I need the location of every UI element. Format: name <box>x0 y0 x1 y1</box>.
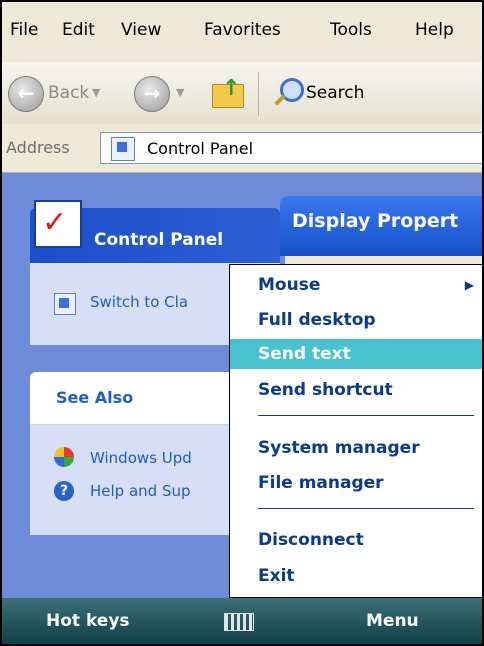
hot-keys-softkey[interactable]: Hot keys <box>46 611 130 631</box>
menu-item-system-manager[interactable]: System manager <box>230 433 484 463</box>
menu-tools[interactable]: Tools <box>330 20 372 40</box>
menu-item-send-text[interactable]: Send text <box>230 339 484 369</box>
menu-item-file-manager[interactable]: File manager <box>230 468 484 498</box>
menu-edit[interactable]: Edit <box>62 20 95 40</box>
softkey-bar: Hot keys Menu <box>0 598 484 646</box>
menu-item-label: Mouse <box>258 275 321 295</box>
address-bar: Address Control Panel <box>0 124 484 173</box>
forward-arrow-icon[interactable]: → <box>134 76 170 112</box>
windows-update-icon <box>54 447 74 467</box>
help-icon: ? <box>54 481 74 501</box>
menu-item-disconnect[interactable]: Disconnect <box>230 525 484 555</box>
switch-classic-view-link[interactable]: Switch to Cla <box>90 293 188 311</box>
display-properties-title: Display Propert <box>292 210 459 232</box>
switch-view-icon <box>54 293 76 315</box>
back-arrow-icon[interactable]: ← <box>8 76 44 112</box>
back-button-label[interactable]: Back <box>48 83 89 103</box>
control-panel-pane-header: ✓ Control Panel <box>30 200 280 263</box>
menu-item-label: Send shortcut <box>258 380 393 400</box>
forward-dropdown-icon[interactable]: ▼ <box>176 86 184 99</box>
control-panel-pane-title: Control Panel <box>94 230 224 250</box>
menu-item-label: Send text <box>258 344 351 364</box>
display-properties-titlebar[interactable]: Display Propert <box>280 196 484 256</box>
menu-item-mouse[interactable]: Mouse ▶ <box>230 270 484 300</box>
menu-item-label: System manager <box>258 438 420 458</box>
menu-item-full-desktop[interactable]: Full desktop <box>230 305 484 335</box>
menu-view[interactable]: View <box>121 20 161 40</box>
menu-item-label: Exit <box>258 566 295 586</box>
menu-separator <box>258 415 474 416</box>
menu-item-label: File manager <box>258 473 384 493</box>
menu-item-send-shortcut[interactable]: Send shortcut <box>230 375 484 405</box>
up-folder-icon[interactable]: ↑ <box>212 76 244 108</box>
see-also-title: See Also <box>56 388 134 407</box>
keyboard-icon[interactable] <box>224 613 254 631</box>
menu-file[interactable]: File <box>10 20 38 40</box>
menu-bar: File Edit View Favorites Tools Help <box>0 0 484 63</box>
submenu-arrow-icon: ▶ <box>464 278 474 292</box>
help-and-support-link[interactable]: Help and Sup <box>90 482 191 500</box>
menu-item-label: Disconnect <box>258 530 364 550</box>
context-menu: Mouse ▶ Full desktop Send text Send shor… <box>229 264 484 598</box>
address-value: Control Panel <box>147 139 254 158</box>
menu-softkey[interactable]: Menu <box>366 611 419 631</box>
menu-favorites[interactable]: Favorites <box>204 20 281 40</box>
control-panel-icon <box>111 137 135 161</box>
control-panel-checkmark-icon: ✓ <box>34 200 82 248</box>
search-button-label[interactable]: Search <box>306 83 364 103</box>
windows-update-link[interactable]: Windows Upd <box>90 449 192 467</box>
address-label: Address <box>6 138 70 157</box>
toolbar: ← Back ▼ → ▼ ↑ Search <box>0 62 484 125</box>
menu-item-exit[interactable]: Exit <box>230 561 484 591</box>
search-icon[interactable] <box>272 76 304 108</box>
menu-separator <box>258 508 474 509</box>
back-dropdown-icon[interactable]: ▼ <box>92 86 100 99</box>
address-input[interactable]: Control Panel <box>100 132 484 164</box>
menu-item-label: Full desktop <box>258 310 376 330</box>
menu-help[interactable]: Help <box>415 20 454 40</box>
